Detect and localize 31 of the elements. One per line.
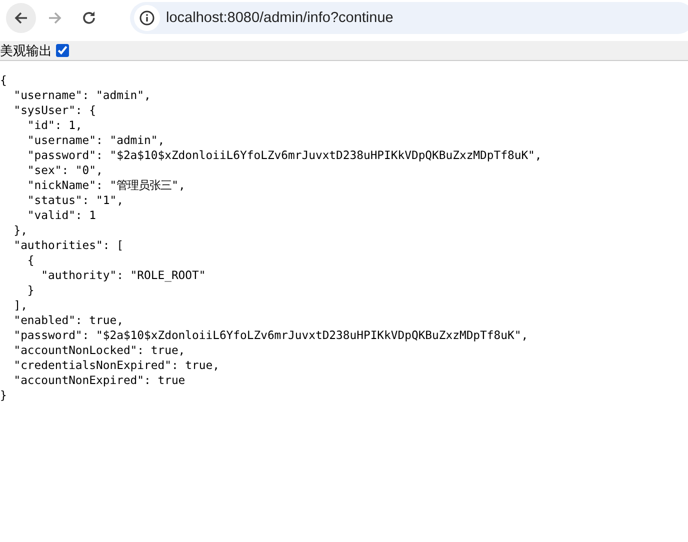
json-line: "accountNonExpired": true [12,373,186,388]
address-bar[interactable]: localhost:8080/admin/info?continue [130,2,688,34]
json-line: "username": "admin", [12,88,151,103]
json-line: } [26,283,34,298]
pretty-print-label: 美观输出 [0,42,52,60]
json-line: "username": "admin", [26,133,165,148]
json-line: "id": 1, [26,118,82,133]
json-line: "sex": "0", [26,163,103,178]
json-line: "password": "$2a$10$xZdonloiiL6YfoLZv6mrJuvxtD238uHPIKkVDpQKBuZxzMDpTf8uK", [26,148,542,163]
json-line: "enabled": true, [12,313,124,328]
json-line: "valid": 1 [26,208,96,223]
back-arrow-icon [13,10,29,26]
pretty-print-checkbox[interactable] [56,44,69,57]
json-line: "nickName": "管理员张三", [26,178,186,193]
json-line: "sysUser": { [12,103,96,118]
json-line: "password": "$2a$10$xZdonloiiL6YfoLZv6mrJuvxtD238uHPIKkVDpQKBuZxzMDpTf8uK", [12,328,528,343]
json-line: "authority": "ROLE_ROOT" [40,268,206,283]
forward-arrow-icon [47,10,63,26]
json-line: "status": "1", [26,193,124,208]
json-line: }, [12,223,28,238]
json-line: "accountNonLocked": true, [12,343,186,358]
json-line: ], [12,298,28,313]
json-line: "authorities": [ [12,238,124,253]
reload-icon [81,10,97,26]
back-button[interactable] [6,3,36,33]
json-line: "credentialsNonExpired": true, [12,358,220,373]
json-line: } [0,388,7,403]
info-icon[interactable] [139,10,155,26]
json-line: { [0,73,7,88]
url-text: localhost:8080/admin/info?continue [166,10,394,26]
json-line: { [26,253,34,268]
